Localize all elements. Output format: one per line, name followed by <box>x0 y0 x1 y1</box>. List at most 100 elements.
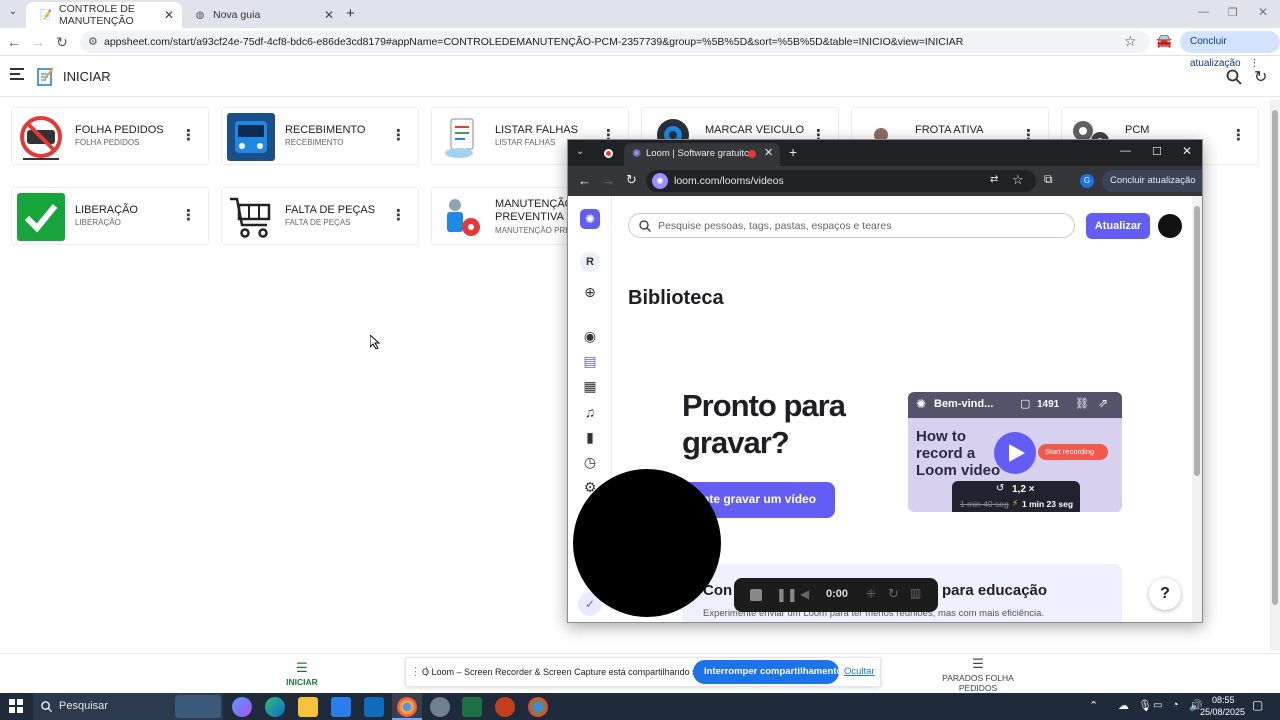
more-vert-icon[interactable]: ⋮ <box>391 206 406 224</box>
new-tab-button[interactable]: + <box>789 144 797 160</box>
back-icon[interactable]: ← <box>578 173 591 188</box>
store-icon[interactable] <box>331 697 351 717</box>
chrome-icon[interactable] <box>528 697 548 717</box>
file-explorer-icon[interactable] <box>298 697 318 717</box>
hide-share-link[interactable]: Ocultar <box>844 666 875 677</box>
close-tab-icon[interactable]: ✕ <box>164 8 174 22</box>
battery-icon[interactable]: ▭ <box>1153 700 1162 711</box>
pause-icon[interactable]: ❚❚ <box>776 587 798 603</box>
mute-icon[interactable]: ◀ <box>800 587 809 601</box>
link-icon[interactable]: ⛓ <box>1075 397 1089 410</box>
url-field[interactable]: ⚙ appsheet.com/start/a93cf24e-75df-4cf8-… <box>80 31 1150 53</box>
reload-icon[interactable]: ↻ <box>626 172 637 188</box>
site-settings-icon[interactable]: ⚙ <box>88 31 98 53</box>
close-tab-icon[interactable]: ✕ <box>764 146 773 159</box>
extensions-icon[interactable]: ⧉ <box>1044 172 1053 187</box>
loom-tab[interactable]: ✺ Loom | Software gratuito d ✕ <box>624 143 780 166</box>
wifi-icon[interactable]: ◔ <box>1172 699 1179 711</box>
more-vert-icon[interactable]: ⋮ <box>1231 126 1246 144</box>
sync-icon[interactable]: ↻ <box>1254 67 1267 87</box>
workspace-avatar[interactable]: R <box>580 252 600 272</box>
drawing-tools-icon[interactable]: ⁜ <box>866 587 876 601</box>
trash-icon[interactable]: ▥ <box>910 586 921 600</box>
camera-bubble[interactable] <box>573 469 721 617</box>
loom-scrollbar[interactable] <box>1192 196 1202 622</box>
library-icon[interactable]: ▤ <box>581 353 599 371</box>
taskbar-search-box[interactable]: Pesquisar <box>33 693 223 720</box>
microphone-icon[interactable]: 🎙 <box>1138 699 1152 712</box>
translate-icon[interactable]: ⇄ <box>990 174 998 185</box>
new-tab-button[interactable]: + <box>346 5 355 22</box>
stop-icon[interactable] <box>750 589 762 601</box>
app-icon[interactable] <box>430 697 450 717</box>
card-folha-pedidos[interactable]: FOLHA PEDIDOS FOLHA PEDIDOS ⋮ <box>11 107 209 165</box>
reload-icon[interactable]: ↻ <box>53 34 71 51</box>
copilot-icon[interactable] <box>232 697 252 717</box>
cloud-icon[interactable]: ☁ <box>1118 699 1129 712</box>
loom-logo-icon[interactable]: ✺ <box>580 209 600 229</box>
tray-chevron-icon[interactable]: ⌃ <box>1089 699 1098 712</box>
more-vert-icon[interactable]: ⋮ <box>391 126 406 144</box>
card-title: RECEBIMENTO <box>285 124 366 136</box>
tab-controle-manutencao[interactable]: 📝 CONTROLE DE MANUTENÇÃO ✕ <box>26 2 182 28</box>
notifications-icon[interactable]: ▢ <box>1252 698 1263 712</box>
restore-icon[interactable]: ☐ <box>1152 145 1162 158</box>
forward-icon[interactable]: → <box>602 173 615 188</box>
minimize-icon[interactable]: — <box>1120 145 1131 157</box>
update-browser-button[interactable]: Concluir atualização ⋮ <box>1102 170 1202 192</box>
checklist-icon <box>437 113 485 161</box>
nav-parados-folha-pedidos[interactable]: ☰ PARADOS FOLHA PEDIDOS <box>930 657 1026 693</box>
tab-list-button[interactable]: ⌄ <box>576 146 584 157</box>
forward-icon[interactable]: → <box>29 34 47 50</box>
tab-nova-guia[interactable]: ◍ Nova guia ✕ <box>180 2 342 28</box>
play-button[interactable] <box>994 432 1036 474</box>
bookmark-icon[interactable]: ▮ <box>581 429 599 447</box>
search-input[interactable]: Pesquise pessoas, tags, pastas, espaços … <box>628 213 1075 238</box>
help-button[interactable]: ? <box>1149 578 1181 610</box>
clock-time[interactable]: 08:55 <box>1212 695 1235 705</box>
add-user-icon[interactable]: ⊕ <box>581 284 599 302</box>
tab-list-button[interactable]: ⌄ <box>4 6 22 22</box>
windows-start-icon[interactable] <box>9 699 23 713</box>
nav-iniciar[interactable]: ☰ INICIAR <box>272 661 332 692</box>
powerpoint-icon[interactable] <box>495 697 515 717</box>
bookmark-star-icon[interactable]: ☆ <box>1012 172 1024 188</box>
excel-icon[interactable] <box>462 697 482 717</box>
avatar[interactable] <box>1158 214 1182 238</box>
close-tab-icon[interactable]: ✕ <box>324 8 334 22</box>
card-falta-de-pecas[interactable]: FALTA DE PEÇAS FALTA DE PEÇAS ⋮ <box>221 187 419 245</box>
calendar-icon[interactable]: ▦ <box>581 378 599 396</box>
menu-icon[interactable] <box>10 68 24 80</box>
clock-date[interactable]: 25/08/2025 <box>1200 707 1245 717</box>
loom-url-field[interactable]: ✺ loom.com/looms/videos <box>646 170 1036 192</box>
page-scrollbar[interactable] <box>1270 100 1280 650</box>
restart-icon[interactable]: ↻ <box>888 586 899 602</box>
restore-icon[interactable]: ❐ <box>1228 6 1238 19</box>
car-extension-icon[interactable]: 🚘 <box>1156 33 1172 49</box>
card-recebimento[interactable]: RECEBIMENTO RECEBIMENTO ⋮ <box>221 107 419 165</box>
comment-count: 1491 <box>1037 399 1060 410</box>
video-title: Bem-vind... <box>934 398 994 410</box>
open-external-icon[interactable]: ⇗ <box>1098 396 1108 410</box>
profile-avatar[interactable]: G <box>1080 174 1094 188</box>
minimize-icon[interactable]: — <box>1198 6 1209 18</box>
site-settings-icon[interactable]: ✺ <box>652 173 668 189</box>
video-thumbnail[interactable]: ✺ Bem-vind... ▢ 1491 ⛓ ⇗ How to record a… <box>908 392 1122 512</box>
edge-icon[interactable] <box>265 697 285 717</box>
back-icon[interactable]: ← <box>5 34 23 50</box>
check-icon <box>17 193 65 241</box>
clock-icon[interactable]: ◷ <box>581 454 599 472</box>
update-browser-button[interactable]: Concluir atualização ⋮ <box>1180 31 1280 69</box>
account-icon[interactable]: ◉ <box>581 328 599 346</box>
close-window-icon[interactable]: ✕ <box>1182 144 1192 158</box>
stop-sharing-button[interactable]: Interromper compartilhamento <box>693 660 842 684</box>
bookmark-star-icon[interactable]: ☆ <box>1124 33 1137 50</box>
outlook-icon[interactable] <box>364 697 384 717</box>
card-liberacao[interactable]: LIBERAÇÃO LIBERAÇÃO ⋮ <box>11 187 209 245</box>
bell-icon[interactable]: ♫ <box>581 404 599 422</box>
search-icon[interactable] <box>1226 69 1242 90</box>
close-window-icon[interactable]: ✕ <box>1258 5 1268 19</box>
more-vert-icon[interactable]: ⋮ <box>181 206 196 224</box>
more-vert-icon[interactable]: ⋮ <box>181 126 196 144</box>
upgrade-button[interactable]: Atualizar <box>1086 213 1150 239</box>
